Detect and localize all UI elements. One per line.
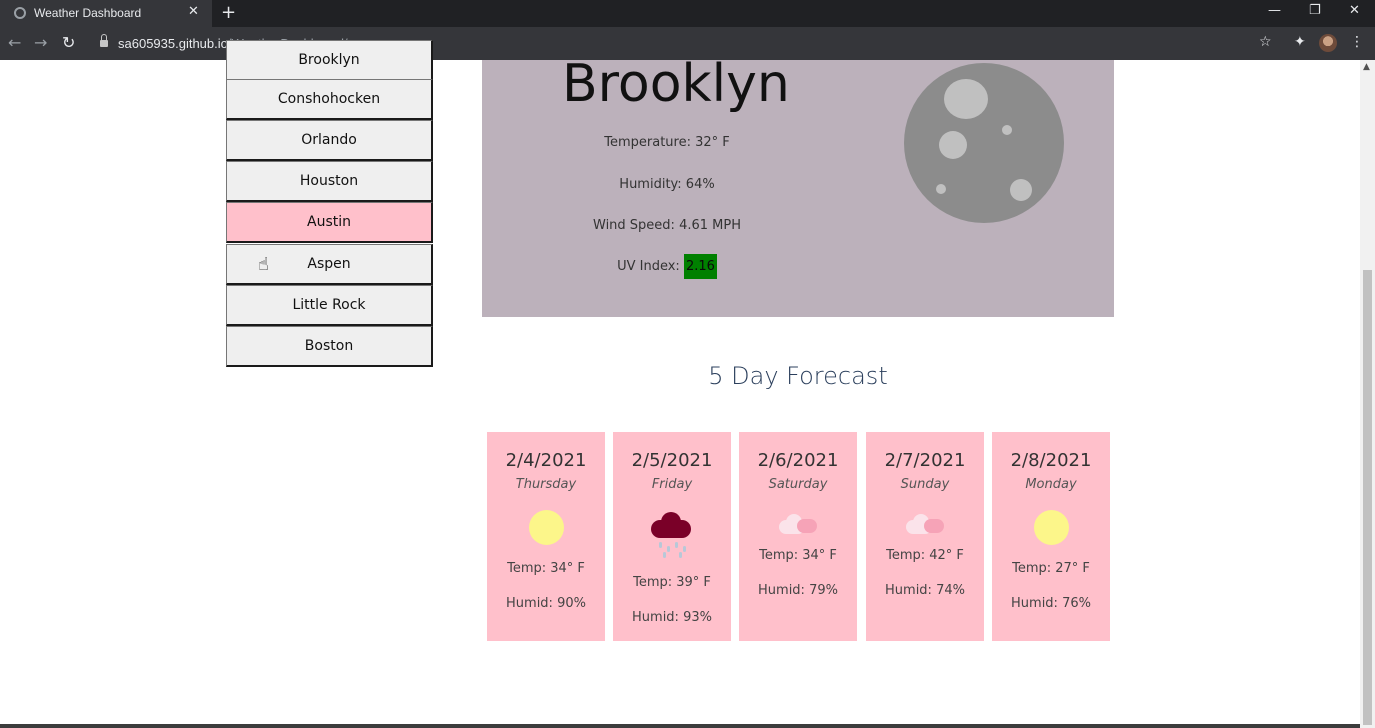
globe-icon — [14, 7, 26, 19]
forecast-card: 2/5/2021 Friday Temp: 39° F Humid: 93% — [613, 432, 731, 641]
profile-avatar[interactable] — [1319, 34, 1337, 52]
extensions-icon[interactable]: ✦ — [1294, 34, 1306, 50]
city-button-houston[interactable]: Houston — [226, 161, 433, 202]
close-window-button[interactable]: ✕ — [1349, 3, 1360, 18]
forecast-humidity: Humid: 74% — [885, 583, 965, 598]
bookmark-star-icon[interactable]: ☆ — [1259, 34, 1272, 50]
forecast-temp: Temp: 39° F — [633, 575, 711, 590]
forecast-temp: Temp: 42° F — [886, 548, 964, 563]
rain-cloud-icon — [649, 510, 695, 558]
forecast-date: 2/5/2021 — [631, 450, 713, 471]
forecast-date: 2/7/2021 — [884, 450, 966, 471]
forecast-card: 2/4/2021 Thursday Temp: 34° F Humid: 90% — [487, 432, 605, 641]
city-button-orlando[interactable]: Orlando — [226, 120, 433, 161]
cloud-icon — [904, 510, 948, 534]
forecast-day: Saturday — [768, 477, 828, 492]
browser-tab[interactable]: Weather Dashboard ✕ — [0, 0, 212, 27]
city-button-conshohocken[interactable]: Conshohocken — [226, 79, 433, 120]
uv-badge: 2.16 — [683, 254, 717, 279]
page-scrollbar[interactable]: ▲ — [1360, 60, 1375, 728]
forecast-temp: Temp: 34° F — [507, 561, 585, 576]
scroll-up-arrow-icon[interactable]: ▲ — [1363, 62, 1370, 72]
bottom-edge — [0, 724, 1360, 728]
forecast-card: 2/8/2021 Monday Temp: 27° F Humid: 76% — [992, 432, 1110, 641]
city-button-little-rock[interactable]: Little Rock — [226, 285, 433, 326]
forecast-day: Thursday — [515, 477, 577, 492]
forecast-humidity: Humid: 90% — [506, 596, 586, 611]
forecast-date: 2/4/2021 — [505, 450, 587, 471]
forecast-title: 5 Day Forecast — [708, 362, 888, 390]
sun-icon — [1034, 510, 1069, 545]
current-uv-index: UV Index: 2.16 — [482, 254, 852, 279]
forecast-temp: Temp: 34° F — [759, 548, 837, 563]
reload-button[interactable]: ↻ — [62, 33, 75, 52]
cloud-icon — [777, 510, 821, 534]
forecast-temp: Temp: 27° F — [1012, 561, 1090, 576]
forecast-date: 2/8/2021 — [1010, 450, 1092, 471]
browser-menu-icon[interactable]: ⋮ — [1350, 34, 1364, 50]
forecast-card: 2/6/2021 Saturday Temp: 34° F Humid: 79% — [739, 432, 857, 641]
current-wind-speed: Wind Speed: 4.61 MPH — [593, 218, 741, 233]
uv-label: UV Index: — [617, 259, 680, 274]
url-host: sa605935.github.io — [118, 36, 228, 51]
minimize-button[interactable]: — — [1268, 3, 1281, 18]
forecast-card: 2/7/2021 Sunday Temp: 42° F Humid: 74% — [866, 432, 984, 641]
forecast-day: Monday — [1025, 477, 1077, 492]
scroll-thumb[interactable] — [1363, 270, 1372, 725]
current-humidity: Humidity: 64% — [619, 177, 715, 192]
lock-icon[interactable] — [100, 34, 108, 47]
new-tab-button[interactable]: + — [221, 2, 236, 23]
current-temperature: Temperature: 32° F — [604, 135, 730, 150]
tab-title: Weather Dashboard — [34, 6, 142, 20]
current-city-name: Brooklyn — [562, 54, 790, 114]
restore-button[interactable]: ❐ — [1309, 3, 1321, 18]
back-button[interactable]: ← — [8, 33, 21, 52]
hand-cursor-icon: ☝ — [258, 254, 269, 275]
forecast-humidity: Humid: 76% — [1011, 596, 1091, 611]
city-button-austin[interactable]: Austin — [226, 202, 433, 243]
forward-button[interactable]: → — [34, 33, 47, 52]
moon-icon — [904, 63, 1064, 223]
forecast-humidity: Humid: 79% — [758, 583, 838, 598]
forecast-date: 2/6/2021 — [757, 450, 839, 471]
close-tab-icon[interactable]: ✕ — [188, 4, 199, 19]
forecast-day: Friday — [651, 477, 693, 492]
browser-tab-bar: Weather Dashboard ✕ + — ❐ ✕ — [0, 0, 1375, 27]
forecast-humidity: Humid: 93% — [632, 610, 712, 625]
city-button-boston[interactable]: Boston — [226, 326, 433, 367]
forecast-day: Sunday — [900, 477, 950, 492]
city-button-brooklyn[interactable]: Brooklyn — [226, 40, 433, 81]
sun-icon — [529, 510, 564, 545]
current-weather-panel: Brooklyn Temperature: 32° F Humidity: 64… — [482, 54, 1114, 317]
